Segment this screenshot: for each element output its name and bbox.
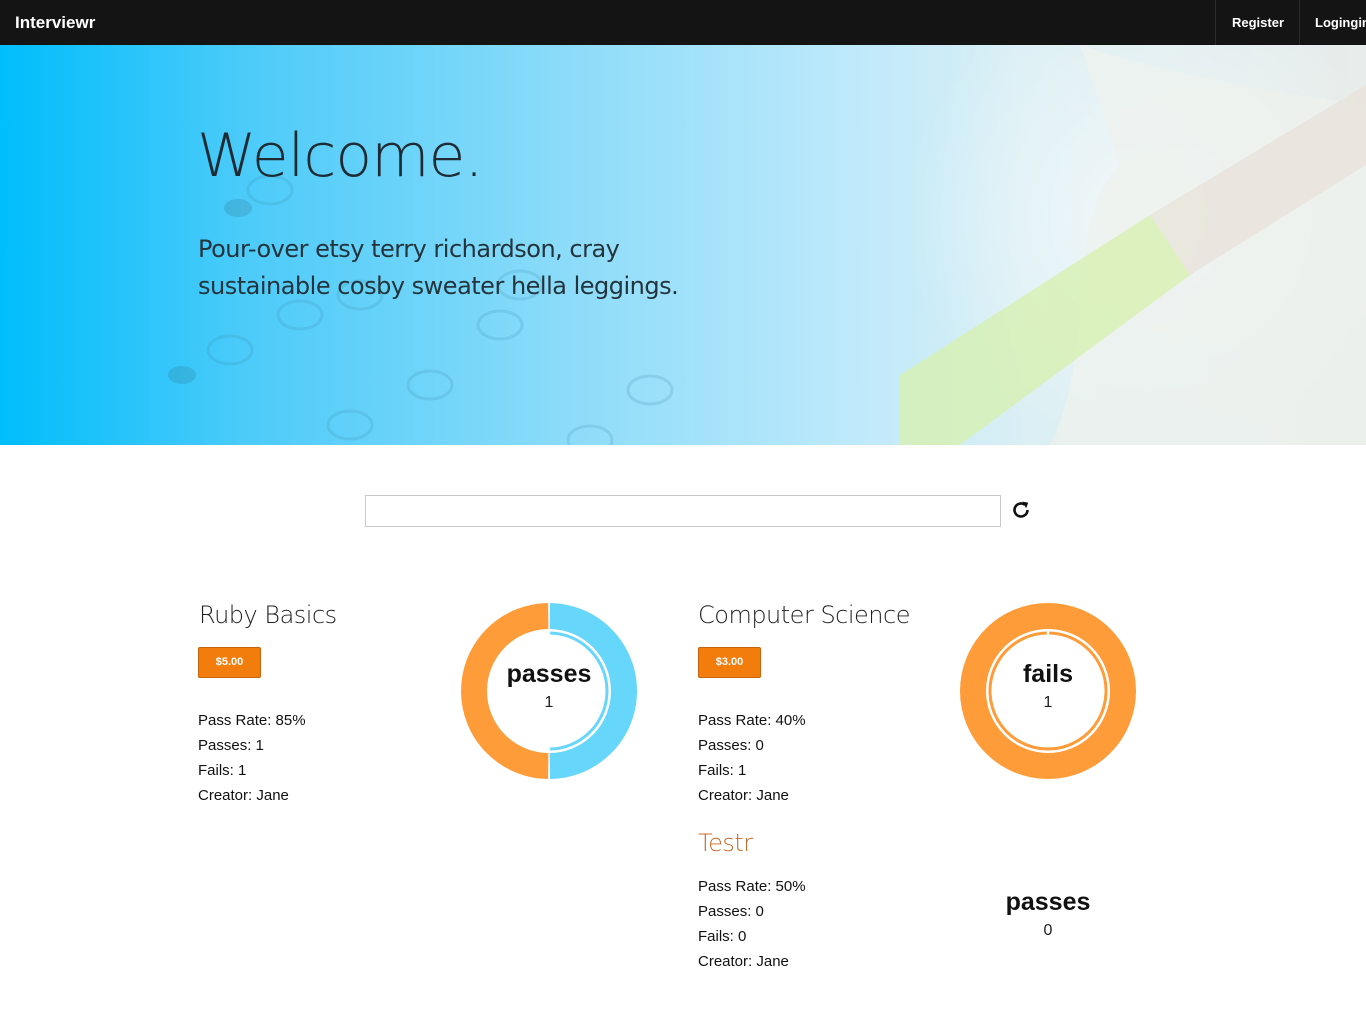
donut-segment-fails[interactable] — [960, 603, 1136, 779]
results-donut-chart — [960, 603, 1136, 779]
hero-title: Welcome. — [197, 121, 484, 191]
hero-banner: Welcome. Pour-over etsy terry richardson… — [0, 45, 1366, 445]
test-stats: Pass Rate: 50% Passes: 0 Fails: 0 Creato… — [698, 874, 806, 974]
fails-count: Fails: 0 — [698, 928, 747, 945]
login-link[interactable]: Logingin — [1299, 0, 1366, 45]
pass-rate: Pass Rate: 40% — [698, 712, 806, 729]
test-stats: Pass Rate: 40% Passes: 0 Fails: 1 Creato… — [698, 708, 806, 808]
donut-count: 0 — [1043, 922, 1053, 939]
price-button[interactable]: $3.00 — [698, 647, 761, 678]
pass-rate: Pass Rate: 85% — [198, 712, 306, 729]
test-title[interactable]: Ruby Basics — [199, 601, 337, 629]
price-button[interactable]: $5.00 — [198, 647, 261, 678]
creator: Creator: Jane — [698, 953, 789, 970]
test-title[interactable]: Testr — [698, 829, 753, 857]
donut-label: passes — [1005, 888, 1091, 916]
test-title[interactable]: Computer Science — [698, 601, 910, 629]
fails-count: Fails: 1 — [698, 762, 747, 779]
fails-count: Fails: 1 — [198, 762, 247, 779]
test-stats: Pass Rate: 85% Passes: 1 Fails: 1 Creato… — [198, 708, 306, 808]
passes-count: Passes: 0 — [698, 903, 764, 920]
donut-count: 1 — [1043, 694, 1053, 711]
passes-count: Passes: 0 — [698, 737, 764, 754]
creator: Creator: Jane — [198, 787, 289, 804]
pass-rate: Pass Rate: 50% — [698, 878, 806, 895]
donut-label: fails — [1022, 660, 1074, 688]
creator: Creator: Jane — [698, 787, 789, 804]
brand-logo[interactable]: Interviewr — [15, 13, 95, 33]
donut-count: 1 — [544, 694, 554, 711]
refresh-icon[interactable] — [1009, 498, 1033, 522]
donut-label: passes — [506, 660, 592, 688]
navbar: Interviewr Register Logingin — [0, 0, 1366, 45]
register-link[interactable]: Register — [1215, 0, 1299, 45]
passes-count: Passes: 1 — [198, 737, 264, 754]
search-input[interactable] — [365, 495, 1001, 527]
results-donut-chart — [461, 603, 637, 779]
hero-subtitle: Pour-over etsy terry richardson, cray su… — [198, 235, 679, 300]
donut-segment-fails[interactable] — [461, 603, 549, 779]
donut-segment-passes[interactable] — [549, 603, 637, 779]
donut-highlight-ring — [988, 631, 1108, 751]
